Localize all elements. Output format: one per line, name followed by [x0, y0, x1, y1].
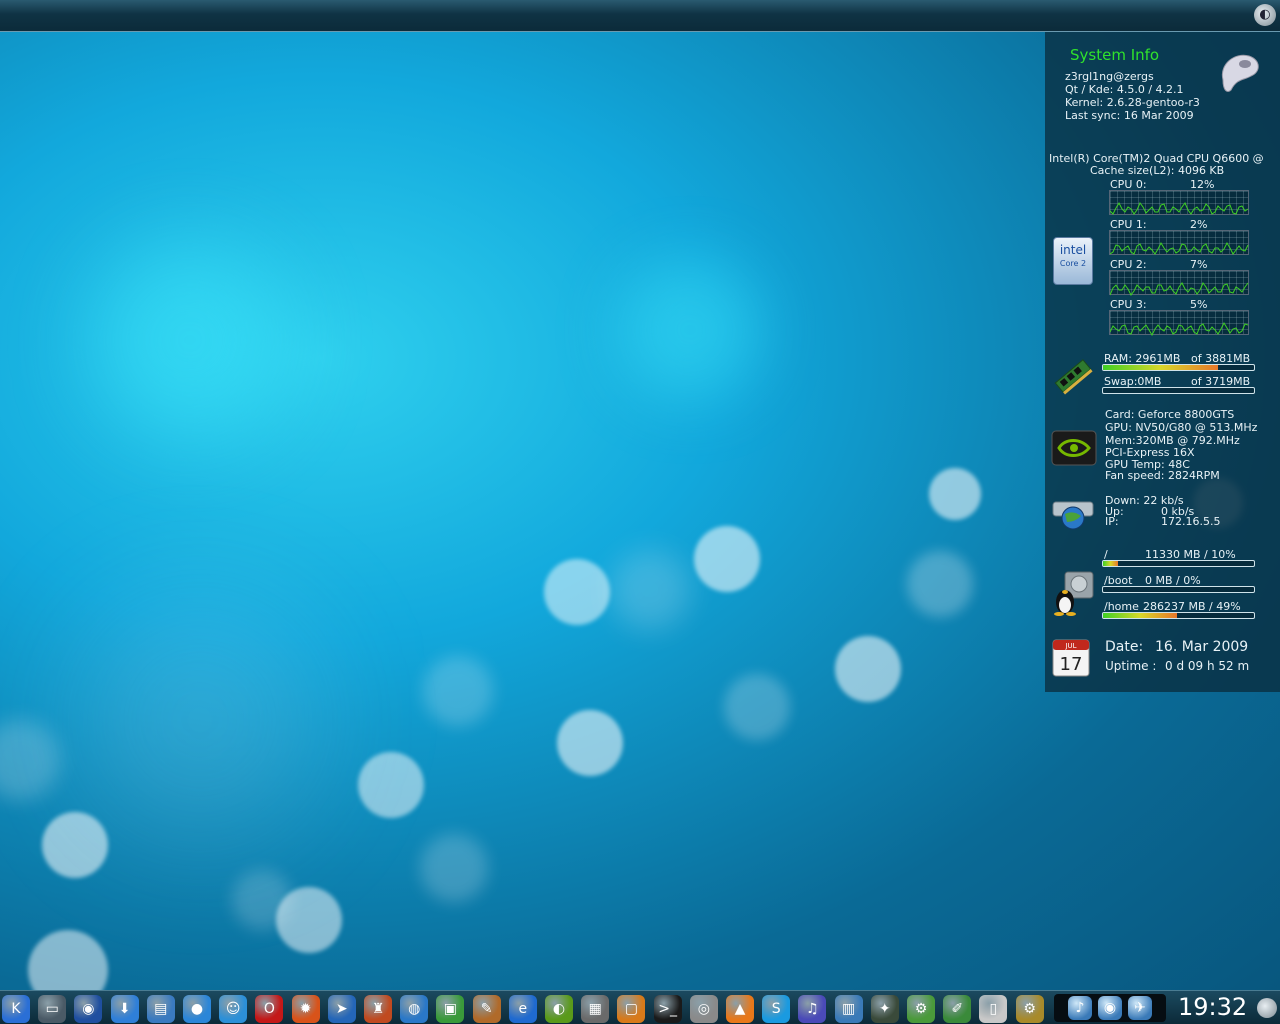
bokeh-light — [95, 245, 285, 435]
bokeh-light — [724, 674, 790, 740]
widget-title: System Info — [1070, 46, 1160, 64]
calendar-month: JUL — [1064, 642, 1076, 650]
disk-usage-fill — [1103, 613, 1177, 618]
bokeh-light — [557, 710, 623, 776]
network-globe-icon — [1052, 501, 1094, 530]
panel-toolbox-icon[interactable] — [1257, 998, 1277, 1018]
gpu-fan: Fan speed: 2824RPM — [1105, 469, 1220, 482]
disk-usage-bar — [1102, 586, 1255, 593]
calculator-icon[interactable]: ▦ — [581, 995, 610, 1023]
bokeh-light — [907, 551, 973, 617]
bokeh-light — [80, 600, 320, 840]
ram-usage-bar — [1102, 364, 1255, 371]
bokeh-light — [620, 260, 760, 400]
system-tray: ♪ ◉ ✈ — [1054, 994, 1166, 1022]
last-sync: Last sync: 16 Mar 2009 — [1065, 109, 1194, 122]
media-disc-icon[interactable]: ◎ — [689, 995, 718, 1023]
gpu-clock: GPU: NV50/G80 @ 513.MHz — [1105, 421, 1258, 434]
net-ip-value: 172.16.5.5 — [1161, 515, 1221, 528]
firefox-icon[interactable]: ✹ — [291, 995, 320, 1023]
intel-core2-icon: intel Core 2 — [1053, 237, 1093, 285]
gentoo-logo-icon — [1221, 54, 1259, 93]
browser-globe-icon[interactable]: ◍ — [400, 995, 429, 1023]
globe-network-icon[interactable]: ● — [183, 995, 211, 1023]
bokeh-light — [929, 468, 981, 520]
kde-menu-icon[interactable]: K — [2, 995, 30, 1023]
bokeh-light — [835, 636, 901, 702]
hard-disk-tux-icon — [1054, 571, 1094, 616]
gpu-card: Card: Geforce 8800GTS — [1105, 408, 1235, 421]
messenger-icon[interactable]: ➤ — [327, 995, 356, 1023]
cpu-core-graph — [1109, 310, 1249, 336]
bokeh-light — [544, 559, 610, 625]
bokeh-light — [42, 812, 108, 878]
internet-explorer-icon[interactable]: e — [508, 995, 537, 1023]
cpu-core-graph-line — [1110, 241, 1249, 255]
cpu-core-graph-line — [1110, 201, 1249, 215]
user-host: z3rgl1ng@zergs — [1065, 70, 1154, 83]
image-viewer-icon[interactable]: ▣ — [436, 995, 465, 1023]
date-value: 16. Mar 2009 — [1155, 639, 1249, 655]
bokeh-light — [423, 656, 493, 726]
text-editor-icon[interactable]: ▯ — [979, 995, 1008, 1023]
virtualbox-icon[interactable]: ▢ — [617, 995, 646, 1023]
cpu-core-graph-line — [1110, 321, 1249, 336]
remote-desktop-icon[interactable]: ▥ — [834, 995, 863, 1023]
uptime-label: Uptime : — [1105, 659, 1157, 673]
download-icon[interactable]: ⬇ — [110, 995, 139, 1023]
chat-icon[interactable]: ☺ — [219, 995, 248, 1023]
opera-icon[interactable]: O — [255, 995, 284, 1023]
disk-usage-fill — [1103, 561, 1119, 566]
skype-icon[interactable]: S — [762, 995, 791, 1023]
terminal-icon[interactable]: >_ — [653, 995, 682, 1023]
taskbar: K ▭ ◉ ⬇ ▤ ● ☺ O ✹ ➤ ♜ ◍ ▣ ✎ e ◐ ▦ ▢ >_ ◎ ▲ S ♫ ▥ ✦ ⚙ ✐ ▯ ⚙ ♪ ◉ ✈ 19:32 — [0, 990, 1280, 1024]
music-player-icon[interactable]: ♫ — [798, 995, 827, 1023]
cpu-core-graph — [1109, 230, 1249, 255]
messenger-tray-icon[interactable]: ◉ — [1098, 996, 1122, 1020]
file-manager-icon[interactable]: ▤ — [146, 995, 175, 1023]
date-label: Date: — [1105, 639, 1144, 655]
clock[interactable]: 19:32 — [1178, 993, 1247, 1021]
bokeh-light — [0, 720, 60, 800]
bokeh-light — [610, 550, 690, 630]
kernel-version: Kernel: 2.6.28-gentoo-r3 — [1065, 96, 1200, 109]
calendar-icon: JUL 17 — [1052, 639, 1090, 677]
network-browser-icon[interactable]: ◉ — [74, 995, 103, 1023]
nvidia-settings-icon[interactable]: ◐ — [545, 995, 573, 1023]
game-icon[interactable]: ♜ — [364, 995, 392, 1023]
cpu-core-graph-line — [1110, 282, 1249, 296]
swap-usage-bar — [1102, 387, 1255, 394]
ram-usage-fill — [1103, 365, 1219, 370]
satellite-icon[interactable]: ✦ — [870, 995, 899, 1023]
vlc-icon[interactable]: ▲ — [726, 995, 754, 1023]
net-ip-label: IP: — [1105, 515, 1119, 528]
bokeh-light — [694, 526, 760, 592]
intel-badge-brand: intel — [1059, 243, 1087, 257]
volume-icon[interactable]: ♪ — [1068, 996, 1092, 1020]
intel-badge-model: Core 2 — [1059, 259, 1087, 268]
nvidia-icon — [1051, 430, 1097, 466]
paint-icon[interactable]: ✎ — [472, 995, 501, 1023]
ram-module-icon — [1054, 359, 1093, 395]
bokeh-light — [232, 870, 292, 930]
system-info-widget: System Info z3rgl1ng@zergs Qt / Kde: 4.5… — [1045, 32, 1280, 692]
calendar-day: 17 — [1060, 654, 1083, 675]
disk-usage-bar — [1102, 612, 1255, 619]
disk-usage-bar — [1102, 560, 1255, 567]
desktop-pager-icon[interactable]: ▭ — [38, 995, 67, 1023]
settings-gear-icon[interactable]: ⚙ — [907, 995, 935, 1023]
network-tray-icon[interactable]: ✈ — [1128, 996, 1152, 1020]
panel-toolbox-icon[interactable]: ◐ — [1254, 4, 1276, 26]
top-panel: ◐ — [0, 0, 1280, 32]
bokeh-light — [358, 752, 424, 818]
cpu-core-graph — [1109, 190, 1249, 215]
bokeh-light — [420, 834, 488, 902]
cpu-cache: Cache size(L2): 4096 KB — [1090, 164, 1225, 177]
cpu-core-graph — [1109, 270, 1249, 296]
qt-kde-version: Qt / Kde: 4.5.0 / 4.2.1 — [1065, 83, 1184, 96]
pen-tool-icon[interactable]: ✐ — [943, 995, 972, 1023]
package-manager-icon[interactable]: ⚙ — [1015, 995, 1044, 1023]
uptime-value: 0 d 09 h 52 m — [1165, 659, 1250, 673]
